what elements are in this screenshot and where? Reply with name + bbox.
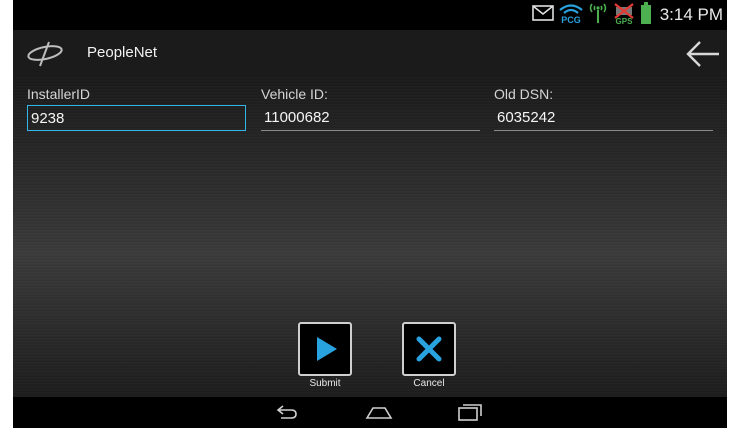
signal-icon [588, 1, 608, 30]
navigation-bar [13, 397, 727, 428]
old-dsn-field[interactable]: 6035242 [494, 105, 713, 131]
close-icon [404, 336, 454, 378]
status-bar: PCG GPS 3:14 PM [13, 0, 727, 30]
vehicle-id-label: Vehicle ID: [261, 86, 328, 102]
device-screen: PCG GPS 3:14 PM PeopleNet InstallerID 92… [13, 0, 727, 428]
home-nav-icon[interactable] [365, 403, 393, 426]
form-panel: InstallerID 9238 Vehicle ID: 11000682 Ol… [13, 77, 727, 397]
play-icon [300, 337, 350, 378]
recent-apps-icon[interactable] [457, 403, 483, 426]
clock: 3:14 PM [659, 5, 723, 24]
submit-label: Submit [309, 378, 341, 389]
pcg-label: PCG [561, 15, 581, 25]
vehicle-id-field[interactable]: 11000682 [261, 105, 480, 131]
battery-icon [640, 1, 652, 30]
status-icons: PCG GPS 3:14 PM [531, 0, 727, 30]
installer-id-field[interactable]: 9238 [27, 105, 246, 131]
installer-id-label: InstallerID [27, 86, 91, 102]
gps-label: GPS [615, 17, 633, 25]
gps-off-icon: GPS [612, 1, 636, 30]
submit-button[interactable] [298, 322, 352, 376]
old-dsn-label: Old DSN: [494, 86, 554, 102]
app-title: PeopleNet [87, 44, 158, 61]
back-arrow-icon[interactable] [685, 40, 721, 68]
cancel-label: Cancel [413, 378, 445, 389]
cancel-button[interactable] [402, 322, 456, 376]
mail-icon [531, 4, 554, 26]
back-nav-icon[interactable] [275, 403, 299, 426]
peoplenet-logo-icon [25, 40, 65, 73]
pcg-wifi-icon: PCG [558, 1, 584, 30]
app-bar: PeopleNet [13, 30, 727, 77]
